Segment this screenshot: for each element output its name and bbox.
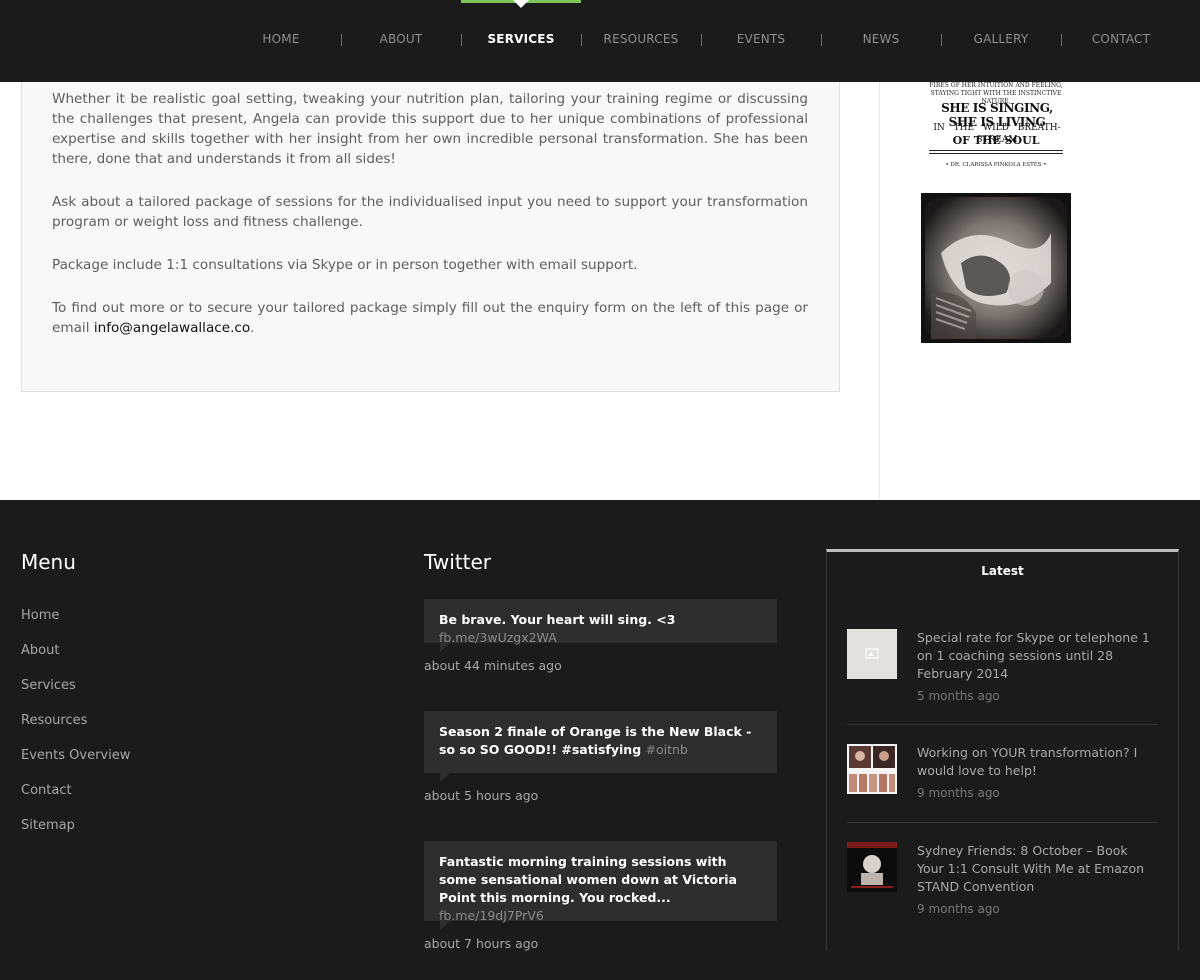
footer-link-home[interactable]: Home <box>21 608 130 643</box>
latest-posts-list: Special rate for Skype or telephone 1 on… <box>827 590 1178 952</box>
latest-post[interactable]: Sydney Friends: 8 October – Book Your 1:… <box>847 842 1158 922</box>
paragraph-package-includes: Package include 1:1 consultations via Sk… <box>52 257 638 273</box>
footer-menu: Home About Services Resources Events Ove… <box>21 608 130 853</box>
tweet-text: Be brave. Your heart will sing. <3 <box>439 612 676 627</box>
sidebar-divider <box>879 82 880 500</box>
event-flyer-icon <box>847 842 897 892</box>
active-caret-icon <box>513 0 529 8</box>
nav-news[interactable]: NEWS <box>821 0 942 82</box>
footer-link-services[interactable]: Services <box>21 678 130 713</box>
latest-post[interactable]: Special rate for Skype or telephone 1 on… <box>847 629 1158 709</box>
nav-news-label: NEWS <box>862 32 900 46</box>
sidebar-photo[interactable] <box>921 193 1071 343</box>
post-divider <box>847 724 1158 725</box>
tweet-card: Be brave. Your heart will sing. <3 fb.me… <box>424 599 777 652</box>
latest-posts-widget: Latest Special rate for Skype or telepho… <box>826 549 1179 952</box>
footer-link-resources[interactable]: Resources <box>21 713 130 748</box>
nav-resources-label: RESOURCES <box>603 32 679 46</box>
nav-about-label: ABOUT <box>379 32 423 46</box>
post-title[interactable]: Working on YOUR transformation? I would … <box>917 744 1158 780</box>
post-date: 9 months ago <box>917 786 1000 800</box>
post-thumbnail[interactable] <box>847 744 897 794</box>
footer-link-events-overview[interactable]: Events Overview <box>21 748 130 783</box>
latest-tab[interactable]: Latest <box>827 552 1178 590</box>
image-placeholder-icon <box>865 648 879 659</box>
nav-gallery-label: GALLERY <box>973 32 1029 46</box>
main-menu: HOME ABOUT SERVICES RESOURCES EVENTS NEW… <box>221 0 1181 82</box>
email-link[interactable]: info@angelawallace.co <box>94 320 250 336</box>
tweet-card: Season 2 finale of Orange is the New Bla… <box>424 711 777 782</box>
nav-gallery[interactable]: GALLERY <box>941 0 1062 82</box>
nav-home-label: HOME <box>262 32 300 46</box>
post-thumbnail[interactable] <box>847 842 897 892</box>
tweet-text: Season 2 finale of Orange is the New Bla… <box>439 724 752 757</box>
quote-rule <box>929 150 1063 154</box>
nav-events-label: EVENTS <box>736 32 786 46</box>
post-title[interactable]: Special rate for Skype or telephone 1 on… <box>917 629 1158 683</box>
footer-menu-heading: Menu <box>21 550 76 574</box>
tweet-timestamp[interactable]: about 5 hours ago <box>424 788 538 803</box>
tweet-text: Fantastic morning training sessions with… <box>439 854 737 905</box>
footer-link-contact[interactable]: Contact <box>21 783 130 818</box>
post-date: 5 months ago <box>917 689 1000 703</box>
nav-services[interactable]: SERVICES <box>461 0 582 82</box>
quote-image: FIRES OF HER INTUITION AND FEELING, STAY… <box>921 82 1071 174</box>
tweet-timestamp[interactable]: about 7 hours ago <box>424 936 538 951</box>
footer-link-about[interactable]: About <box>21 643 130 678</box>
tweet-card: Fantastic morning training sessions with… <box>424 841 777 930</box>
post-divider <box>847 822 1158 823</box>
tweet-hashtag-link[interactable]: #oitnb <box>646 742 688 757</box>
quote-line-soul: OF THE SOUL <box>952 134 1040 147</box>
photo-image <box>925 197 1067 339</box>
footer-twitter-heading: Twitter <box>424 550 492 574</box>
post-date: 9 months ago <box>917 902 1000 916</box>
tweet-bubble-tail <box>440 921 450 930</box>
find-out-more-suffix: . <box>250 320 255 336</box>
post-title[interactable]: Sydney Friends: 8 October – Book Your 1:… <box>917 842 1158 896</box>
nav-home[interactable]: HOME <box>221 0 342 82</box>
nav-contact-label: CONTACT <box>1091 32 1151 46</box>
tweet-link[interactable]: fb.me/19dJ7PrV6 <box>439 908 544 923</box>
paragraph-find-out-more: To find out more or to secure your tailo… <box>52 298 808 338</box>
collage-photo-icon <box>847 744 897 794</box>
services-text: Whether it be realistic goal setting, tw… <box>52 89 808 361</box>
nav-events[interactable]: EVENTS <box>701 0 822 82</box>
post-thumbnail[interactable] <box>847 629 897 679</box>
paragraph-goal-setting: Whether it be realistic goal setting, tw… <box>52 91 808 167</box>
latest-post[interactable]: Working on YOUR transformation? I would … <box>847 744 1158 804</box>
top-navigation-bar: HOME ABOUT SERVICES RESOURCES EVENTS NEW… <box>0 0 1200 82</box>
quote-author: • DR. CLARISSA PINKOLA ESTÉS • <box>945 162 1047 168</box>
tweet-bubble-tail <box>440 643 450 652</box>
tweet-timestamp[interactable]: about 44 minutes ago <box>424 658 562 673</box>
nav-contact[interactable]: CONTACT <box>1061 0 1181 82</box>
nav-resources[interactable]: RESOURCES <box>581 0 702 82</box>
tweet-link[interactable]: fb.me/3wUzgx2WA <box>439 630 557 645</box>
tweet-bubble-tail <box>440 773 450 782</box>
nav-about[interactable]: ABOUT <box>341 0 462 82</box>
footer-link-sitemap[interactable]: Sitemap <box>21 818 130 853</box>
paragraph-tailored-package: Ask about a tailored package of sessions… <box>52 194 808 230</box>
